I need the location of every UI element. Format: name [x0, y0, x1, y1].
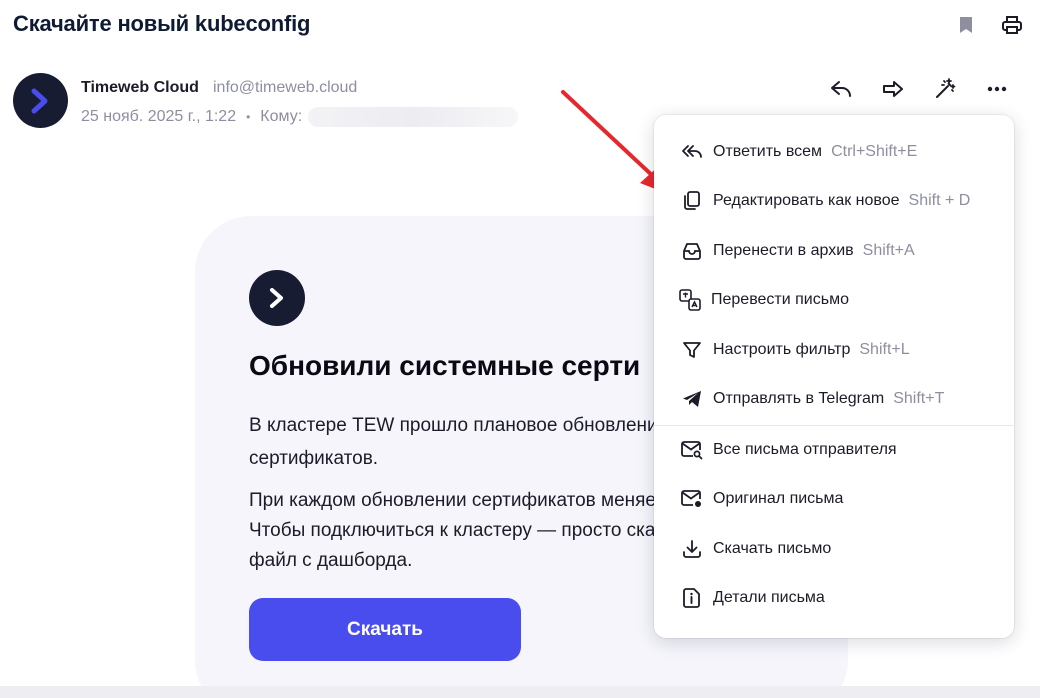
menu-item-shortcut: Shift + D [908, 192, 971, 209]
mail-original-icon [681, 488, 703, 510]
forward-icon[interactable] [880, 76, 906, 102]
email-meta: 25 нояб. 2025 г., 1:22 • Кому: [81, 107, 519, 127]
top-toolbar [956, 14, 1022, 36]
menu-item-label: Скачать письмо [713, 540, 832, 557]
menu-item-label: Ответить всем [713, 143, 823, 160]
menu-item-telegram[interactable]: Отправлять в Telegram Shift+T [654, 379, 1014, 419]
menu-item-reply-all[interactable]: Ответить всем Ctrl+Shift+E [654, 132, 1014, 172]
sender-avatar[interactable] [13, 73, 68, 128]
menu-item-label: Настроить фильтр [713, 341, 851, 358]
print-icon[interactable] [1002, 14, 1022, 36]
timeweb-logo [249, 270, 305, 326]
recipient-redacted [308, 107, 519, 127]
archive-icon [681, 240, 703, 262]
menu-item-label: Оригинал письма [713, 490, 844, 507]
email-date: 25 нояб. 2025 г., 1:22 [81, 108, 237, 125]
menu-separator [654, 425, 1014, 426]
card-paragraph-1-line-1: В кластере TEW прошло плановое обновлени [249, 415, 658, 436]
menu-item-download[interactable]: Скачать письмо [654, 529, 1014, 569]
menu-item-archive[interactable]: Перенести в архив Shift+A [654, 231, 1014, 271]
menu-item-filter[interactable]: Настроить фильтр Shift+L [654, 330, 1014, 370]
card-paragraph-2-line-2: Чтобы подключиться к кластеру — просто с… [249, 520, 656, 541]
card-title: Обновили системные серти [249, 350, 641, 381]
menu-item-label: Перевести письмо [711, 291, 849, 308]
menu-item-details[interactable]: Детали письма [654, 578, 1014, 618]
bottom-strip [0, 686, 1040, 698]
meta-separator: • [246, 110, 251, 124]
to-label: Кому: [260, 108, 303, 125]
download-icon [681, 538, 703, 560]
menu-item-label: Все письма отправителя [713, 441, 897, 458]
translate-icon [679, 289, 701, 311]
reply-icon[interactable] [828, 76, 854, 102]
menu-item-label: Перенести в архив [713, 242, 854, 259]
bookmark-icon[interactable] [956, 14, 976, 36]
more-actions-menu: Ответить всем Ctrl+Shift+E Редактировать… [654, 115, 1014, 638]
reply-all-icon [681, 141, 703, 163]
filter-icon [681, 339, 703, 361]
menu-item-label: Детали письма [713, 589, 825, 606]
sender-email[interactable]: info@timeweb.cloud [213, 79, 357, 97]
menu-item-shortcut: Shift+A [862, 242, 915, 259]
menu-item-all-from-sender[interactable]: Все письма отправителя [654, 430, 1014, 470]
card-paragraph-2-line-1: При каждом обновлении сертификатов меняе [249, 490, 656, 511]
menu-item-label: Отправлять в Telegram [713, 390, 885, 407]
magic-wand-icon[interactable] [932, 76, 958, 102]
menu-item-shortcut: Ctrl+Shift+E [831, 143, 918, 160]
details-icon [681, 587, 703, 609]
menu-item-label: Редактировать как новое [713, 192, 900, 209]
message-actions [828, 76, 1010, 102]
copy-icon [681, 190, 703, 212]
menu-item-shortcut: Shift+L [859, 341, 910, 358]
mail-search-icon [681, 439, 703, 461]
menu-item-edit-as-new[interactable]: Редактировать как новое Shift + D [654, 181, 1014, 221]
email-subject: Скачайте новый kubeconfig [13, 11, 311, 36]
menu-item-shortcut: Shift+T [893, 390, 945, 407]
menu-item-original[interactable]: Оригинал письма [654, 479, 1014, 519]
sender-name[interactable]: Timeweb Cloud [81, 79, 199, 97]
card-paragraph-2-line-3: файл с дашборда. [249, 550, 413, 571]
more-icon[interactable] [984, 76, 1010, 102]
telegram-icon [681, 388, 703, 410]
menu-item-translate[interactable]: Перевести письмо [654, 280, 1014, 320]
card-paragraph-1-line-2: сертификатов. [249, 448, 379, 469]
download-button[interactable]: Скачать [249, 598, 521, 661]
